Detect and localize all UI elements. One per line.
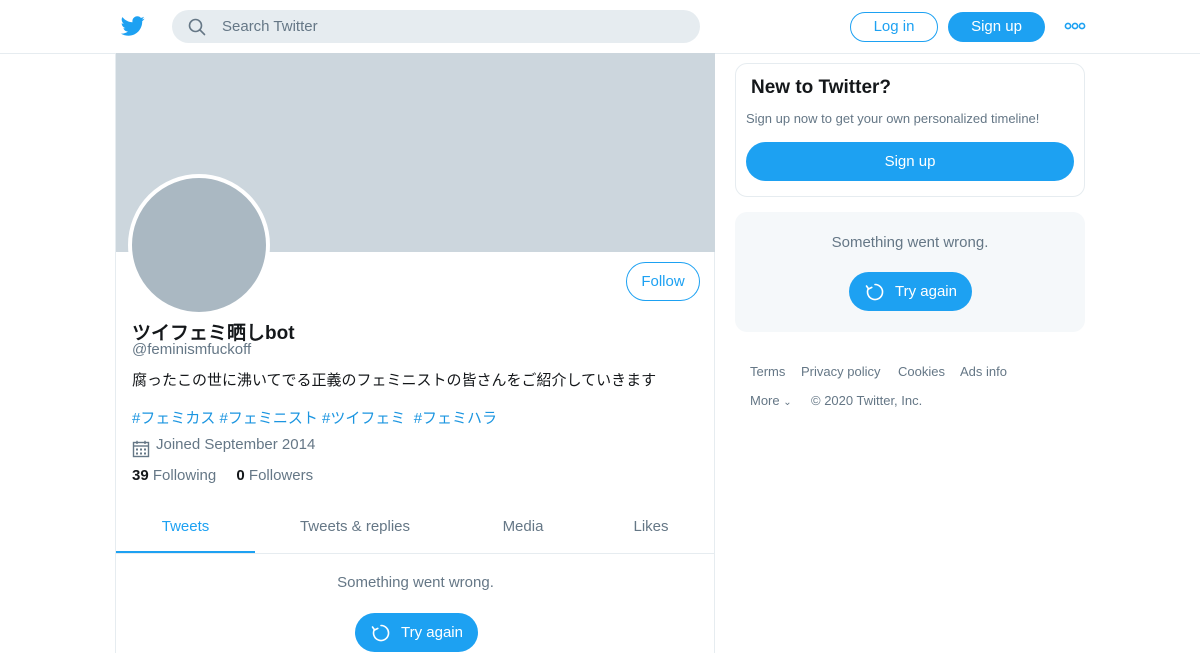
tab-media[interactable]: Media [476, 505, 570, 553]
new-to-twitter-subtitle: Sign up now to get your own personalized… [746, 111, 1040, 126]
following-label: Following [152, 467, 217, 484]
sidebar-signup-button[interactable]: Sign up [746, 142, 1074, 181]
footer-link-privacy[interactable]: Privacy policy [801, 364, 880, 379]
user-handle: @feminismfuckoff [132, 341, 252, 358]
twitter-bird-icon[interactable] [120, 14, 146, 38]
footer-more-label: More [750, 393, 780, 408]
sidebar-retry-button[interactable]: Try again [849, 272, 972, 311]
hashtag-link[interactable]: #ツイフェミ [322, 410, 405, 427]
more-dots-icon[interactable] [1064, 20, 1086, 32]
tab-tweets-replies[interactable]: Tweets & replies [276, 505, 434, 553]
tab-likes[interactable]: Likes [616, 505, 686, 553]
follow-button[interactable]: Follow [626, 262, 700, 301]
footer-more-menu[interactable]: More ⌄ [750, 393, 792, 408]
search-input[interactable] [222, 10, 682, 43]
timeline-error-message: Something went wrong. [337, 574, 494, 591]
footer-link-terms[interactable]: Terms [750, 364, 785, 379]
footer-link-cookies[interactable]: Cookies [898, 364, 945, 379]
hashtag-link[interactable]: #フェミハラ [414, 410, 497, 427]
followers-stat[interactable]: 0 Followers [236, 467, 313, 484]
tab-tweets[interactable]: Tweets [116, 505, 255, 553]
joined-text: Joined September 2014 [156, 436, 316, 453]
hashtag-link[interactable]: #フェミニスト [220, 410, 318, 427]
profile-column: Follow ツイフェミ晒しbot @feminismfuckoff 腐ったこの… [115, 53, 715, 653]
search-icon [188, 18, 206, 36]
sidebar-error-card: Something went wrong. Try again [735, 212, 1085, 332]
sidebar-error-message: Something went wrong. [831, 234, 989, 251]
footer-copyright: © 2020 Twitter, Inc. [811, 393, 923, 408]
calendar-icon [132, 440, 150, 458]
hashtag-link[interactable]: #フェミカス [132, 410, 215, 427]
new-to-twitter-card: New to Twitter? Sign up now to get your … [735, 63, 1085, 197]
retry-label: Try again [895, 283, 957, 300]
retry-icon [865, 283, 884, 301]
timeline-retry-button[interactable]: Try again [355, 613, 478, 652]
bio-hashtags: #フェミカス #フェミニスト #ツイフェミ #フェミハラ [132, 407, 497, 428]
profile-tabs: Tweets Tweets & replies Media Likes [116, 505, 715, 554]
followers-count: 0 [236, 467, 245, 484]
footer-link-ads-info[interactable]: Ads info [960, 364, 1007, 379]
following-stat[interactable]: 39 Following [132, 467, 216, 484]
search-box[interactable] [172, 10, 700, 43]
chevron-down-icon: ⌄ [783, 397, 792, 408]
following-count: 39 [132, 467, 149, 484]
new-to-twitter-title: New to Twitter? [751, 77, 892, 98]
retry-label: Try again [401, 624, 463, 641]
profile-bio: 腐ったこの世に沸いてでる正義のフェミニストの皆さんをご紹介していきます [132, 372, 657, 389]
retry-icon [371, 624, 390, 642]
followers-label: Followers [248, 467, 314, 484]
top-navigation-bar: Log in Sign up [0, 0, 1200, 54]
signup-button[interactable]: Sign up [948, 12, 1045, 42]
follow-stats: 39 Following 0 Followers [132, 467, 329, 484]
avatar[interactable] [128, 174, 270, 316]
login-button[interactable]: Log in [850, 12, 938, 42]
